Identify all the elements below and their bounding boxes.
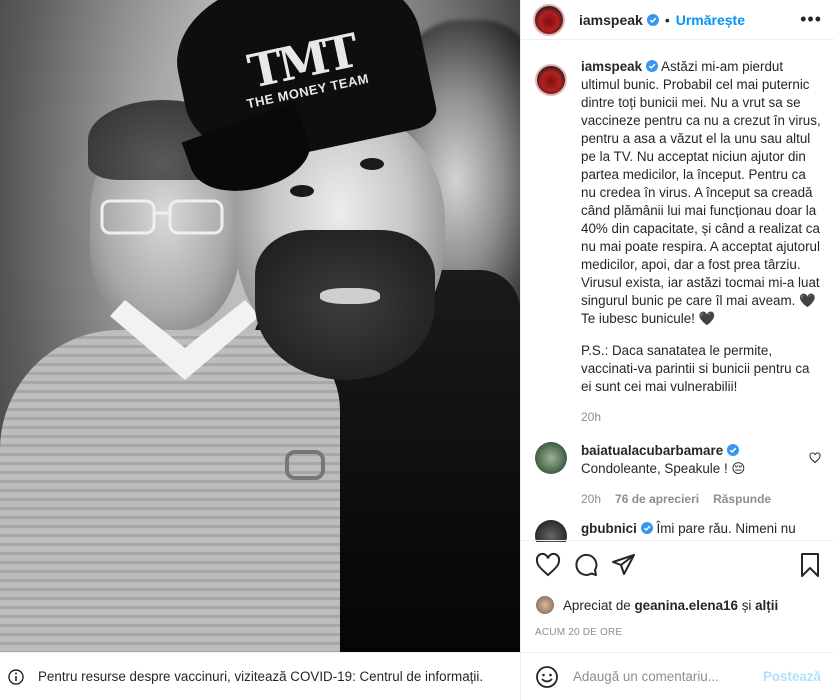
- photo-eye-left: [290, 185, 314, 197]
- comment-time[interactable]: 20h: [581, 492, 601, 506]
- caption-time[interactable]: 20h: [581, 410, 821, 424]
- post-actions: Apreciat de geanina.elena16 și alții ACU…: [521, 540, 834, 638]
- heart-icon[interactable]: [535, 552, 561, 578]
- post-timestamp[interactable]: ACUM 20 DE ORE: [535, 627, 823, 638]
- reply-button[interactable]: Răspunde: [713, 492, 771, 506]
- share-icon[interactable]: [611, 552, 637, 578]
- likes-conj: și: [741, 597, 752, 613]
- likes-user[interactable]: geanina.elena16: [634, 598, 737, 613]
- list-item: gbubnici Îmi pare rău. Nimeni nu: [535, 520, 821, 542]
- follow-button[interactable]: Urmărește: [676, 12, 745, 28]
- covid-info-banner[interactable]: Pentru resurse despre vaccinuri, vizitea…: [0, 652, 520, 700]
- separator-dot: •: [664, 11, 670, 28]
- comments-list[interactable]: iamspeak Astăzi mi-am pierdut ultimul bu…: [521, 58, 834, 542]
- list-item: baiatualacubarbamare Condoleante, Speaku…: [535, 442, 821, 506]
- caption-username[interactable]: iamspeak: [581, 59, 642, 74]
- comment-body: gbubnici Îmi pare rău. Nimeni nu: [581, 520, 821, 542]
- comment-text: Îmi pare rău. Nimeni nu: [656, 521, 796, 536]
- likes-prefix: Apreciat de: [563, 597, 631, 613]
- verified-icon: [640, 522, 653, 534]
- caption: iamspeak Astăzi mi-am pierdut ultimul bu…: [535, 58, 821, 424]
- post-photo[interactable]: TMT THE MONEY TEAM: [0, 0, 520, 652]
- caption-text: Astăzi mi-am pierdut ultimul bunic. Prob…: [581, 59, 821, 326]
- add-comment-bar: Postează: [521, 652, 834, 700]
- comment-body: baiatualacubarbamare Condoleante, Speaku…: [581, 442, 791, 478]
- verified-icon: [646, 60, 659, 72]
- avatar[interactable]: [535, 442, 567, 474]
- avatar[interactable]: [535, 64, 567, 96]
- photo-mouth: [320, 288, 380, 304]
- info-icon: [8, 668, 24, 685]
- photo-eye-right: [360, 158, 384, 170]
- avatar[interactable]: [533, 3, 565, 36]
- photo-glasses: [100, 199, 224, 235]
- caption-text-block: iamspeak Astăzi mi-am pierdut ultimul bu…: [581, 58, 821, 328]
- verified-icon: [727, 444, 740, 456]
- likes-summary: Apreciat de geanina.elena16 și alții: [535, 595, 823, 615]
- emoji-icon[interactable]: [535, 665, 559, 689]
- comment-text: Condoleante, Speakule ! 😔: [581, 461, 746, 476]
- comment-username[interactable]: baiatualacubarbamare: [581, 443, 723, 458]
- comment-likes[interactable]: 76 de aprecieri: [615, 492, 699, 506]
- post-comment-button[interactable]: Postează: [763, 669, 821, 684]
- caption-ps: P.S.: Daca sanatatea le permite, vaccina…: [581, 343, 810, 394]
- likes-others[interactable]: alții: [755, 598, 778, 613]
- avatar[interactable]: [535, 520, 567, 542]
- avatar[interactable]: [535, 595, 555, 615]
- photo-sweater: [0, 330, 340, 652]
- action-icons: [535, 551, 823, 579]
- post-header: iamspeak • Urmărește •••: [521, 0, 834, 40]
- bookmark-icon[interactable]: [797, 552, 823, 578]
- verified-icon: [646, 13, 659, 26]
- comment-meta: 20h 76 de aprecieri Răspunde: [581, 492, 791, 506]
- covid-banner-text: Pentru resurse despre vaccinuri, vizitea…: [38, 669, 484, 684]
- comment-input[interactable]: [573, 669, 763, 684]
- photo-beard: [255, 230, 435, 380]
- comment-username[interactable]: gbubnici: [581, 521, 637, 536]
- post-author-username[interactable]: iamspeak: [579, 12, 643, 28]
- photo-zipper: [285, 450, 325, 480]
- more-icon[interactable]: •••: [800, 9, 822, 30]
- heart-icon[interactable]: [809, 452, 821, 464]
- post-side-panel: iamspeak • Urmărește ••• iamspeak Astăzi…: [520, 0, 834, 700]
- comment-icon[interactable]: [573, 552, 599, 578]
